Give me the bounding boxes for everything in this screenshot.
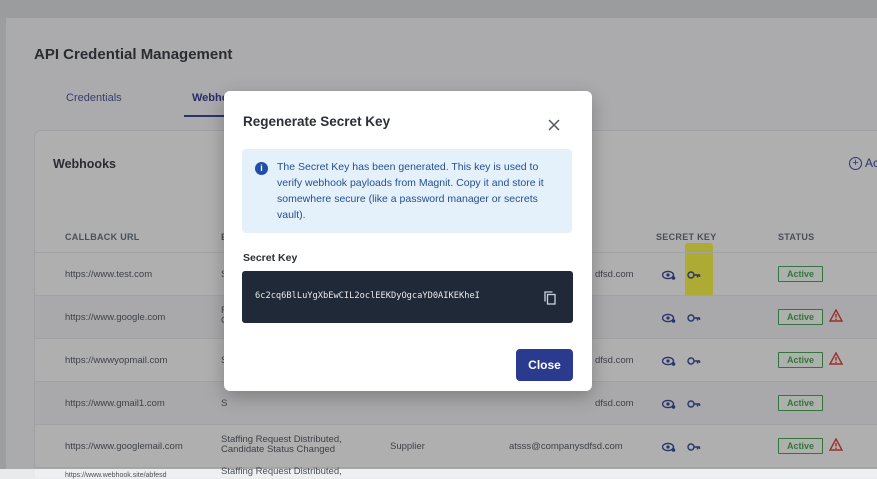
- info-icon: i: [255, 162, 268, 175]
- close-button[interactable]: Close: [516, 349, 573, 381]
- modal-title: Regenerate Secret Key: [243, 114, 391, 129]
- secret-key-label: Secret Key: [243, 252, 298, 264]
- secret-key-value[interactable]: 6c2cq6BlLuYgXbEwCIL2oclEEKDyOgcaYD0AIKEK…: [255, 291, 480, 301]
- app-frame: API Credential Management Credentials We…: [0, 0, 877, 479]
- regenerate-secret-key-dialog: Regenerate Secret Key i The Secret Key h…: [224, 91, 592, 391]
- secret-key-field: 6c2cq6BlLuYgXbEwCIL2oclEEKDyOgcaYD0AIKEK…: [242, 271, 573, 323]
- copy-icon[interactable]: [544, 291, 556, 305]
- close-icon[interactable]: [546, 117, 562, 133]
- row-url: https://www.webhook.site/abfesd: [65, 472, 167, 479]
- info-alert: i The Secret Key has been generated. Thi…: [242, 149, 572, 233]
- info-message: The Secret Key has been generated. This …: [277, 161, 544, 221]
